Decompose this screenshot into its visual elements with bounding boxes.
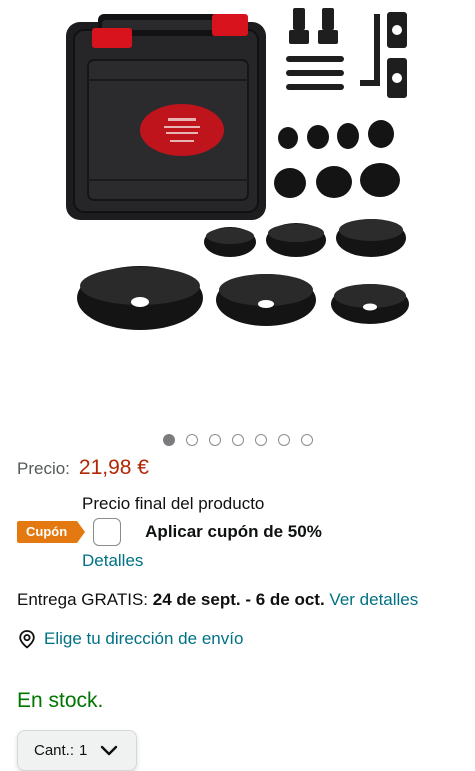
carousel-dot[interactable]	[277, 434, 290, 446]
price-row: Precio: 21,98 €	[17, 456, 149, 480]
delivery-prefix: Entrega GRATIS:	[17, 590, 153, 609]
coupon-checkbox[interactable]	[93, 518, 122, 546]
case-illustration	[66, 14, 266, 220]
carousel-dot[interactable]	[208, 434, 221, 446]
carousel-dot[interactable]	[300, 434, 313, 446]
delivery-dates: 24 de sept. - 6 de oct.	[152, 590, 325, 609]
price-label: Precio:	[17, 459, 70, 478]
coupon-apply-label[interactable]: Aplicar cupón de 50%	[145, 522, 322, 542]
coupon-row: Cupón Aplicar cupón de 50%	[17, 518, 322, 546]
quantity-value: 1	[79, 742, 88, 759]
delivery-details-link[interactable]: Ver detalles	[329, 590, 418, 609]
coupon-badge: Cupón	[17, 521, 86, 543]
product-image[interactable]	[0, 0, 475, 420]
carousel-dot[interactable]	[185, 434, 198, 446]
chevron-down-icon	[101, 745, 118, 755]
location-pin-icon	[19, 630, 35, 649]
carousel-dot[interactable]	[231, 434, 244, 446]
coupon-details-link[interactable]: Detalles	[82, 551, 143, 571]
address-link[interactable]: Elige tu dirección de envío	[44, 629, 243, 649]
carousel-dot[interactable]	[254, 434, 267, 446]
stock-status: En stock.	[17, 689, 104, 712]
carousel-dot[interactable]	[162, 434, 175, 446]
address-row[interactable]: Elige tu dirección de envío	[17, 629, 243, 649]
price-value: 21,98 €	[78, 456, 149, 479]
delivery-info: Entrega GRATIS: 24 de sept. - 6 de oct. …	[17, 590, 418, 610]
accessories-illustration	[286, 8, 407, 98]
quantity-label: Cant.:	[34, 742, 75, 759]
final-price-label: Precio final del producto	[82, 494, 265, 513]
quantity-dropdown[interactable]: Cant.: 1	[17, 730, 137, 771]
image-carousel-indicator	[0, 434, 475, 446]
